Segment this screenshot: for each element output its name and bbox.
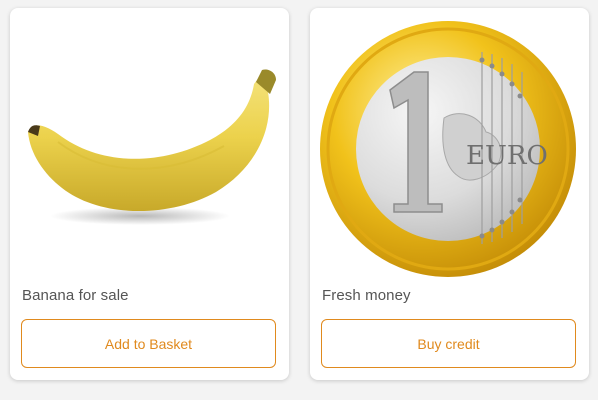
euro-coin-image: EURO — [320, 21, 576, 277]
add-to-basket-button[interactable]: Add to Basket — [21, 319, 276, 368]
coin-euro-text: EURO — [466, 141, 548, 171]
product-caption: Banana for sale — [22, 287, 129, 304]
banana-image — [28, 69, 276, 225]
buy-credit-button[interactable]: Buy credit — [321, 319, 576, 368]
product-grid: Banana for sale Add to Basket EURO Fresh… — [0, 0, 598, 400]
product-caption: Fresh money — [322, 287, 411, 304]
product-card-coin: EURO Fresh money Buy credit — [310, 8, 589, 380]
product-card-banana: Banana for sale Add to Basket — [10, 8, 289, 380]
